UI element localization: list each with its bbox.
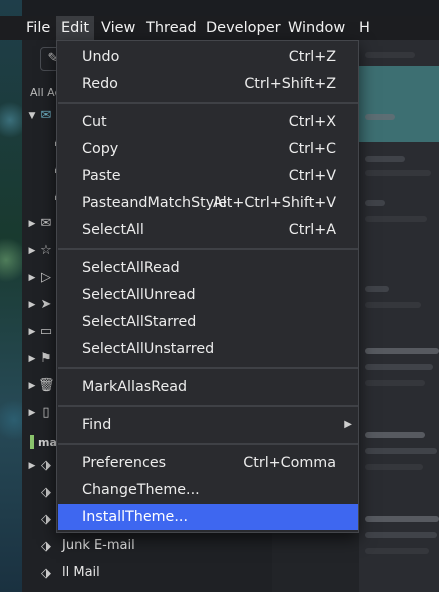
menu-file[interactable]: File [21, 16, 55, 40]
blurred-text [365, 200, 385, 206]
menubar: File Edit View Thread Developer Window H [0, 16, 439, 40]
blurred-text [365, 216, 427, 222]
menu-item-label: Copy [82, 141, 119, 157]
inbox-icon: ✉ [40, 108, 52, 123]
trash-icon: 🗑︎ [38, 378, 55, 393]
blurred-text [365, 432, 425, 438]
tag-icon: ⬗ [41, 458, 51, 473]
menu-item-label: Preferences [82, 455, 167, 471]
tag-icon: ⬗ [41, 485, 51, 500]
tag-icon: ⬗ [41, 566, 51, 581]
menu-edit[interactable]: Edit [56, 16, 95, 40]
blurred-text [365, 286, 389, 292]
menu-item-mark-all-as-read[interactable]: MarkAllasRead [58, 374, 358, 400]
menu-developer[interactable]: Developer [201, 16, 286, 40]
blurred-text [365, 170, 431, 176]
blurred-text [365, 448, 437, 454]
menu-item-label: Find [82, 417, 112, 433]
menu-separator [58, 443, 358, 445]
menu-item-shortcut: Ctrl+Comma [243, 455, 336, 471]
menu-help[interactable]: H [354, 16, 375, 40]
document-icon: ▯ [42, 405, 50, 420]
menu-item-label: SelectAllStarred [82, 314, 197, 330]
blurred-text [365, 302, 421, 308]
blurred-text [365, 548, 429, 554]
menu-view[interactable]: View [96, 16, 140, 40]
spam-icon: ⚑ [40, 351, 52, 366]
menu-item-shortcut: Ctrl+X [288, 114, 336, 130]
menu-separator [58, 405, 358, 407]
menu-item-label: Paste [82, 168, 121, 184]
blurred-text [365, 532, 437, 538]
menu-item-shortcut: Alt+Ctrl+Shift+V [212, 195, 336, 211]
menu-item-change-theme[interactable]: ChangeTheme... [58, 477, 358, 503]
desktop-wallpaper [0, 0, 22, 592]
menu-item-label: SelectAll [82, 222, 144, 238]
menu-separator [58, 367, 358, 369]
menu-item-label: SelectAllUnread [82, 287, 196, 303]
menu-item-label: PasteandMatchStyle [82, 195, 228, 211]
account-color-marker [30, 435, 34, 449]
star-icon: ☆ [40, 243, 52, 258]
label-icon: ▷ [41, 270, 51, 285]
menu-item-select-all-unstarred[interactable]: SelectAllUnstarred [58, 336, 358, 362]
menu-item-select-all-read[interactable]: SelectAllRead [58, 255, 358, 281]
blurred-text [365, 156, 405, 162]
menu-item-undo[interactable]: Undo Ctrl+Z [58, 44, 358, 70]
menu-item-label: ChangeTheme... [82, 482, 200, 498]
blurred-text [365, 464, 423, 470]
blurred-text [365, 52, 415, 58]
menu-item-shortcut: Ctrl+C [288, 141, 336, 157]
menu-window[interactable]: Window [283, 16, 350, 40]
menu-item-shortcut: Ctrl+Shift+Z [244, 76, 336, 92]
menu-item-label: MarkAllasRead [82, 379, 188, 395]
menu-thread[interactable]: Thread [141, 16, 202, 40]
submenu-arrow-icon: ▶ [344, 419, 352, 430]
menu-separator [58, 102, 358, 104]
menu-item-label: SelectAllRead [82, 260, 180, 276]
menu-item-find[interactable]: Find ▶ [58, 412, 358, 438]
folder-junk-email[interactable]: Junk E-mail [62, 538, 135, 553]
reading-pane [359, 40, 439, 592]
tag-icon: ⬗ [41, 539, 51, 554]
menu-item-select-all-starred[interactable]: SelectAllStarred [58, 309, 358, 335]
blurred-text [365, 348, 439, 354]
blurred-text [365, 380, 425, 386]
menu-item-label: InstallTheme... [82, 509, 188, 525]
menu-item-copy[interactable]: Copy Ctrl+C [58, 136, 358, 162]
menu-item-paste[interactable]: Paste Ctrl+V [58, 163, 358, 189]
menu-item-redo[interactable]: Redo Ctrl+Shift+Z [58, 71, 358, 97]
menu-item-install-theme[interactable]: InstallTheme... [58, 504, 358, 530]
blurred-text [365, 364, 433, 370]
menu-item-label: Redo [82, 76, 118, 92]
menu-item-preferences[interactable]: Preferences Ctrl+Comma [58, 450, 358, 476]
menu-item-shortcut: Ctrl+V [288, 168, 336, 184]
menu-item-cut[interactable]: Cut Ctrl+X [58, 109, 358, 135]
menu-item-paste-and-match-style[interactable]: PasteandMatchStyle Alt+Ctrl+Shift+V [58, 190, 358, 216]
menu-item-label: Cut [82, 114, 107, 130]
unread-mail-icon: ✉ [40, 216, 52, 231]
edit-menu-dropdown: Undo Ctrl+Z Redo Ctrl+Shift+Z Cut Ctrl+X… [56, 40, 359, 533]
menu-item-select-all-unread[interactable]: SelectAllUnread [58, 282, 358, 308]
folder-all-mail[interactable]: ll Mail [62, 565, 100, 580]
tag-icon: ⬗ [41, 512, 51, 527]
blurred-text [365, 516, 439, 522]
menu-item-select-all[interactable]: SelectAll Ctrl+A [58, 217, 358, 243]
menu-item-label: Undo [82, 49, 120, 65]
menu-item-label: SelectAllUnstarred [82, 341, 215, 357]
sent-icon: ➤ [40, 297, 52, 312]
menu-separator [58, 248, 358, 250]
blurred-text [365, 114, 395, 120]
selected-thread-highlight [359, 66, 439, 142]
menu-item-shortcut: Ctrl+A [288, 222, 336, 238]
menu-item-shortcut: Ctrl+Z [288, 49, 336, 65]
folder-icon: ▭ [39, 324, 53, 339]
